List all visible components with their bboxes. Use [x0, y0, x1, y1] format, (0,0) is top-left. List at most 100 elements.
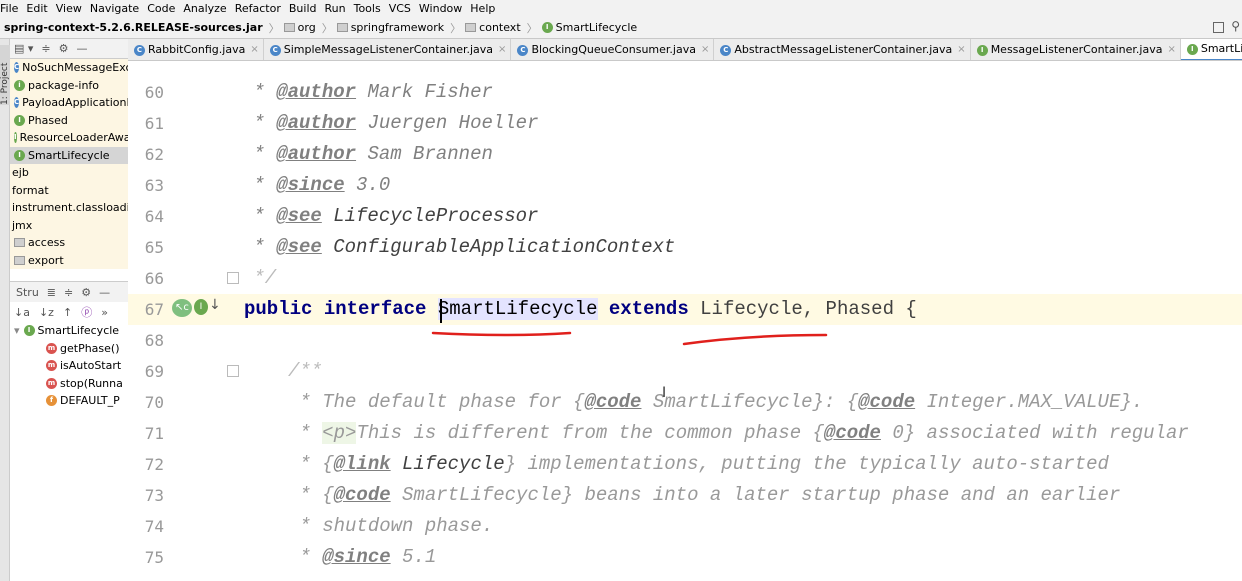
close-icon[interactable]: ×	[1167, 39, 1175, 60]
implemented-gutter-icon[interactable]: ↖c	[172, 299, 192, 317]
gear-icon[interactable]: ⚙	[59, 42, 69, 55]
javadoc-tag: @see	[276, 236, 322, 258]
show-properties-icon[interactable]: ⓟ	[81, 304, 92, 320]
breadcrumb-context-label: context	[479, 21, 521, 34]
code-text: } implementations, putting the typically…	[504, 453, 1109, 475]
tab-smartlifecycle[interactable]: ISmartLifecycle.java×	[1180, 39, 1242, 60]
folder-icon	[14, 255, 25, 265]
down-arrow-icon: ↓	[209, 297, 221, 313]
tab-abstractmessagelistenercontainer[interactable]: C AbstractMessageListenerContainer.java ×	[714, 39, 971, 60]
tree-item-resourceloaderaware[interactable]: I ResourceLoaderAwa	[10, 129, 128, 147]
line-number: 71	[144, 424, 164, 443]
breadcrumb-context[interactable]: 〉 context	[448, 20, 520, 36]
folder-icon	[14, 238, 25, 248]
tree-item-format[interactable]: format	[10, 181, 128, 199]
search-everywhere-icon[interactable]: ⚲	[1231, 19, 1240, 33]
menu-tools[interactable]: Tools	[350, 0, 385, 17]
run-config-icon[interactable]	[1213, 22, 1224, 33]
breadcrumb-springframework[interactable]: 〉 springframework	[320, 20, 444, 36]
tree-item-smartlifecycle[interactable]: I SmartLifecycle	[10, 146, 128, 164]
text-cursor	[440, 299, 442, 323]
tree-item-instrument[interactable]: instrument.classloading	[10, 199, 128, 217]
tree-item-ejb[interactable]: ejb	[10, 164, 128, 182]
more-icon[interactable]: »	[101, 306, 108, 319]
tab-rabbitconfig[interactable]: C RabbitConfig.java ×	[128, 39, 264, 60]
separator-icon: 〉	[450, 21, 462, 35]
folder-icon	[336, 23, 348, 32]
line-number: 74	[144, 517, 164, 536]
tree-item-export[interactable]: export	[10, 251, 128, 269]
menu-vcs[interactable]: VCS	[385, 0, 415, 17]
tab-blockingqueueconsumer[interactable]: C BlockingQueueConsumer.java ×	[511, 39, 715, 60]
menu-file[interactable]: File	[0, 0, 22, 17]
breadcrumb-jar[interactable]: spring-context-5.2.6.RELEASE-sources.jar	[4, 21, 263, 34]
menu-run[interactable]: Run	[321, 0, 350, 17]
interface-icon: I	[14, 149, 25, 161]
structure-member[interactable]: m stop(Runna	[10, 375, 128, 393]
line-number: 63	[144, 176, 164, 195]
sort-alpha-icon[interactable]: ↓a	[14, 306, 30, 319]
structure-member[interactable]: m getPhase()	[10, 340, 128, 358]
close-icon[interactable]: ×	[250, 39, 258, 60]
structure-root[interactable]: ▾ I SmartLifecycle	[10, 322, 128, 340]
code-line-63: * @since 3.0	[242, 174, 391, 196]
line-number: 72	[144, 455, 164, 474]
javadoc-tag: @author	[276, 112, 357, 134]
hide-icon[interactable]: —	[99, 286, 110, 299]
tree-item-jmx[interactable]: jmx	[10, 216, 128, 234]
collapse-all-icon[interactable]: ≑	[41, 42, 50, 55]
line-number: 75	[144, 548, 164, 567]
project-toolbar: ▤ ▾ ≑ ⚙ —	[10, 39, 128, 59]
project-tool-button[interactable]: 1: Project	[0, 45, 10, 105]
view-mode-icon[interactable]: ▤ ▾	[14, 42, 33, 55]
close-icon[interactable]: ×	[498, 39, 506, 60]
tree-item-label: jmx	[12, 218, 33, 232]
breadcrumb-smartlifecycle[interactable]: 〉 I SmartLifecycle	[525, 20, 638, 36]
breadcrumb-org[interactable]: 〉 org	[267, 20, 316, 36]
line-number: 70	[144, 393, 164, 412]
tab-simplemessagelistenercontainer[interactable]: C SimpleMessageListenerContainer.java ×	[264, 39, 512, 60]
menu-bar: File Edit View Navigate Code Analyze Ref…	[0, 0, 1242, 17]
code-line-72: * {@link Lifecycle} implementations, put…	[288, 453, 1109, 475]
menu-edit[interactable]: Edit	[22, 0, 51, 17]
code-text: SmartLifecycle}: {	[641, 391, 859, 413]
menu-help[interactable]: Help	[466, 0, 499, 17]
tree-item-access[interactable]: access	[10, 234, 128, 252]
tree-item-package-info[interactable]: i package-info	[10, 76, 128, 94]
tab-label: BlockingQueueConsumer.java	[531, 43, 696, 56]
code-editor[interactable]: 60 61 62 63 64 65 66 67 68 69 70 71 72 7…	[128, 61, 1242, 581]
sort-visibility-icon[interactable]: ↓z	[39, 306, 54, 319]
project-panel: ▤ ▾ ≑ ⚙ — C NoSuchMessageExc i package-inf…	[10, 39, 128, 281]
annotation-underline	[431, 331, 572, 337]
tree-item-payloadapplication[interactable]: C PayloadApplicationE	[10, 94, 128, 112]
tab-messagelistenercontainer[interactable]: I MessageListenerContainer.java ×	[971, 39, 1181, 60]
menu-view[interactable]: View	[52, 0, 86, 17]
menu-build[interactable]: Build	[285, 0, 321, 17]
close-icon[interactable]: ×	[701, 39, 709, 60]
gear-icon[interactable]: ⚙	[81, 286, 91, 299]
close-icon[interactable]: ×	[957, 39, 965, 60]
interface-icon: I	[1186, 43, 1198, 55]
code-text: LifecycleProcessor	[321, 205, 539, 227]
structure-member[interactable]: f DEFAULT_P	[10, 392, 128, 410]
tree-item-nosuchmessage[interactable]: C NoSuchMessageExc	[10, 59, 128, 77]
keyword: extends	[608, 298, 689, 320]
expand-icon[interactable]: ≣	[47, 286, 56, 299]
menu-navigate[interactable]: Navigate	[86, 0, 143, 17]
menu-window[interactable]: Window	[415, 0, 466, 17]
code-line-66: */	[242, 267, 277, 289]
line-number: 61	[144, 114, 164, 133]
collapse-icon[interactable]: ≑	[64, 286, 73, 299]
implementations-gutter-icon[interactable]: I	[194, 299, 208, 315]
show-inherited-icon[interactable]: ↑	[63, 306, 72, 319]
menu-code[interactable]: Code	[143, 0, 179, 17]
hide-icon[interactable]: —	[77, 42, 88, 55]
separator-icon: 〉	[526, 21, 538, 35]
tree-item-phased[interactable]: I Phased	[10, 111, 128, 129]
fold-start-icon[interactable]	[227, 365, 239, 377]
code-text: Mark Fisher	[356, 81, 493, 103]
structure-member[interactable]: m isAutoStart	[10, 357, 128, 375]
menu-analyze[interactable]: Analyze	[179, 0, 230, 17]
menu-refactor[interactable]: Refactor	[231, 0, 285, 17]
fold-end-icon[interactable]	[227, 272, 239, 284]
